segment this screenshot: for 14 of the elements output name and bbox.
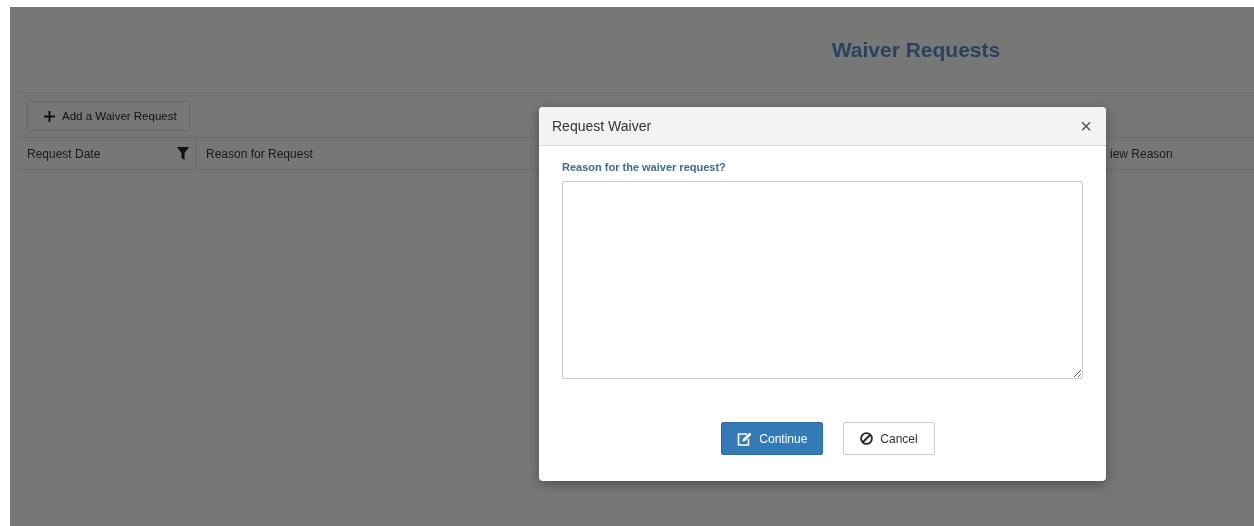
add-request-button[interactable]: Add a Waiver Request (27, 101, 190, 131)
plus-icon (44, 110, 55, 122)
edit-icon (737, 431, 753, 446)
column-header[interactable]: Request Date (18, 138, 197, 169)
close-button[interactable]: × (1078, 116, 1094, 136)
field-label: Reason for the waiver request? (562, 161, 727, 173)
page-title: Waiver Requests (831, 37, 1001, 62)
column-header[interactable]: iew Reason (1106, 138, 1180, 169)
continue-button[interactable]: Continue (721, 422, 824, 455)
no-entry-icon (860, 432, 874, 445)
dialog-title: Request Waiver (552, 118, 652, 134)
reason-input-field[interactable] (562, 181, 1083, 379)
cancel-button[interactable]: Cancel (843, 422, 935, 455)
filter-icon[interactable] (177, 147, 189, 160)
